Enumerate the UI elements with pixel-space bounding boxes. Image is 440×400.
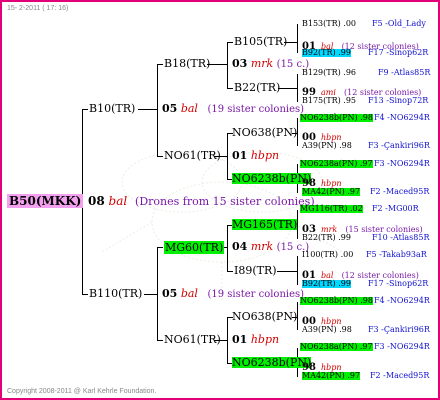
g5-line: F4 -NO6294R — [374, 113, 430, 122]
g4-queen[interactable]: B22(TR) — [234, 82, 280, 93]
mother-breeder: bal — [180, 102, 198, 115]
connector — [144, 294, 158, 295]
g5-queen[interactable]: B22(TR) .99 — [302, 234, 351, 242]
ff-year: 01 — [232, 333, 248, 346]
root-queen[interactable]: B50(MKK) — [7, 194, 84, 208]
g5-line: F10 -Atlas85R — [372, 233, 430, 242]
mf-info: 01 hbpn — [232, 150, 279, 161]
g5-line: F3 -NO6294R — [374, 159, 430, 168]
mm-queen[interactable]: B18(TR) — [164, 58, 210, 69]
connector — [297, 24, 298, 53]
mother-year: 05 — [162, 102, 178, 115]
father-year: 05 — [162, 287, 178, 300]
g5-queen[interactable]: NO6238b(PN) .98 — [300, 297, 373, 305]
g5-line: F4 -NO6294R — [374, 296, 430, 305]
g4-queen[interactable]: NO638(PN) — [232, 127, 297, 138]
g5-queen[interactable]: MA42(PN) .97 — [302, 372, 361, 380]
connector — [82, 294, 88, 295]
ff-info: 01 hbpn — [232, 334, 279, 345]
fm-info: 04 mrk (15 c.) — [232, 241, 309, 253]
ff-queen[interactable]: NO61(TR) — [164, 334, 221, 345]
connector — [82, 109, 88, 110]
g5-line: F2 -Maced95R — [370, 371, 430, 380]
ff-breeder: hbpn — [250, 333, 280, 346]
g5-queen[interactable]: B92(TR) .99 — [302, 49, 351, 57]
mm-info: 03 mrk (15 c.) — [232, 58, 309, 70]
g4-queen[interactable]: NO638(PN) — [232, 311, 297, 322]
copyright: Copyright 2008-2011 @ Karl Kehrle Founda… — [7, 388, 157, 395]
connector — [157, 64, 158, 156]
g5-line: F3 -Çankiri96R — [368, 141, 430, 150]
g5-line: F2 -MG00R — [372, 204, 419, 213]
g5-queen[interactable]: B92(TR) .99 — [302, 280, 351, 288]
connector — [157, 156, 163, 157]
g5-line: F5 -Takab93aR — [366, 250, 427, 259]
connector — [227, 42, 233, 43]
g5-queen[interactable]: NO6238a(PN) .97 — [300, 343, 373, 351]
fm-queen[interactable]: MG60(TR) — [164, 241, 225, 254]
g4-queen[interactable]: B105(TR) — [234, 36, 287, 47]
mf-year: 01 — [232, 149, 248, 162]
g5-line: F3 -Çankiri96R — [368, 325, 430, 334]
g5-queen[interactable]: A39(PN) .98 — [302, 326, 352, 334]
connector — [227, 42, 228, 88]
g5-line: F3 -NO6294R — [374, 342, 430, 351]
g5-queen[interactable]: B129(TR) .96 — [302, 69, 356, 77]
father-queen[interactable]: B110(TR) — [89, 288, 142, 299]
g5-queen[interactable]: MG116(TR) .02 — [300, 205, 363, 213]
mother-queen[interactable]: B10(TR) — [89, 103, 135, 114]
connector — [157, 340, 163, 341]
print-date: 15- 2-2011 ( 17: 16) — [7, 5, 69, 12]
g5-line: F2 -Maced95R — [370, 187, 430, 196]
root-note: (Drones from 15 sister colonies) — [135, 195, 315, 208]
g4-queen[interactable]: I89(TR) — [234, 265, 277, 276]
g5-queen[interactable]: NO6238b(PN) .98 — [300, 114, 373, 122]
connector — [277, 271, 298, 272]
g4-queen[interactable]: NO6238b(PN) — [232, 173, 312, 184]
connector — [138, 109, 158, 110]
connector — [278, 88, 298, 89]
father-info: 05 bal (19 sister colonies) — [162, 288, 304, 300]
connector — [227, 271, 233, 272]
g5-queen[interactable]: MA42(PN) .97 — [302, 188, 361, 196]
mm-breeder: mrk — [250, 57, 274, 70]
g5-line: F9 -Atlas85R — [378, 68, 431, 77]
mm-year: 03 — [232, 57, 248, 70]
mother-note: (19 sister colonies) — [207, 104, 305, 115]
mf-breeder: hbpn — [250, 149, 280, 162]
fm-year: 04 — [232, 240, 248, 253]
root-breeder: bal — [108, 194, 128, 208]
g5-queen[interactable]: NO6238a(PN) .97 — [300, 160, 373, 168]
connector — [227, 88, 233, 89]
g5-line: F17 -Sinop62R — [368, 48, 429, 57]
connector — [157, 247, 163, 248]
g5-queen[interactable]: B175(TR) .95 — [302, 97, 356, 105]
g4-queen[interactable]: NO6238b(PN) — [232, 357, 312, 368]
father-note: (19 sister colonies) — [207, 289, 305, 300]
root-info: 08 bal (Drones from 15 sister colonies) — [88, 195, 315, 207]
root-year: 08 — [88, 194, 105, 208]
connector — [157, 64, 163, 65]
mother-info: 05 bal (19 sister colonies) — [162, 103, 304, 115]
pedigree-frame: 15- 2-2011 ( 17: 16) Copyright 2008-2011… — [0, 0, 440, 400]
mf-queen[interactable]: NO61(TR) — [164, 150, 221, 161]
g5-queen[interactable]: A39(PN) .98 — [302, 142, 352, 150]
g5-line: F13 -Sinop72R — [368, 96, 429, 105]
g4-queen[interactable]: MG165(TR) — [232, 219, 298, 230]
father-breeder: bal — [180, 287, 198, 300]
g5-line: F17 -Sinop62R — [368, 279, 429, 288]
fm-breeder: mrk — [250, 240, 274, 253]
g5-queen[interactable]: I100(TR) .00 — [302, 251, 353, 259]
connector — [227, 225, 228, 271]
g5-queen[interactable]: B153(TR) .00 — [302, 20, 356, 28]
g5-line: F5 -Old_Lady — [372, 19, 426, 28]
